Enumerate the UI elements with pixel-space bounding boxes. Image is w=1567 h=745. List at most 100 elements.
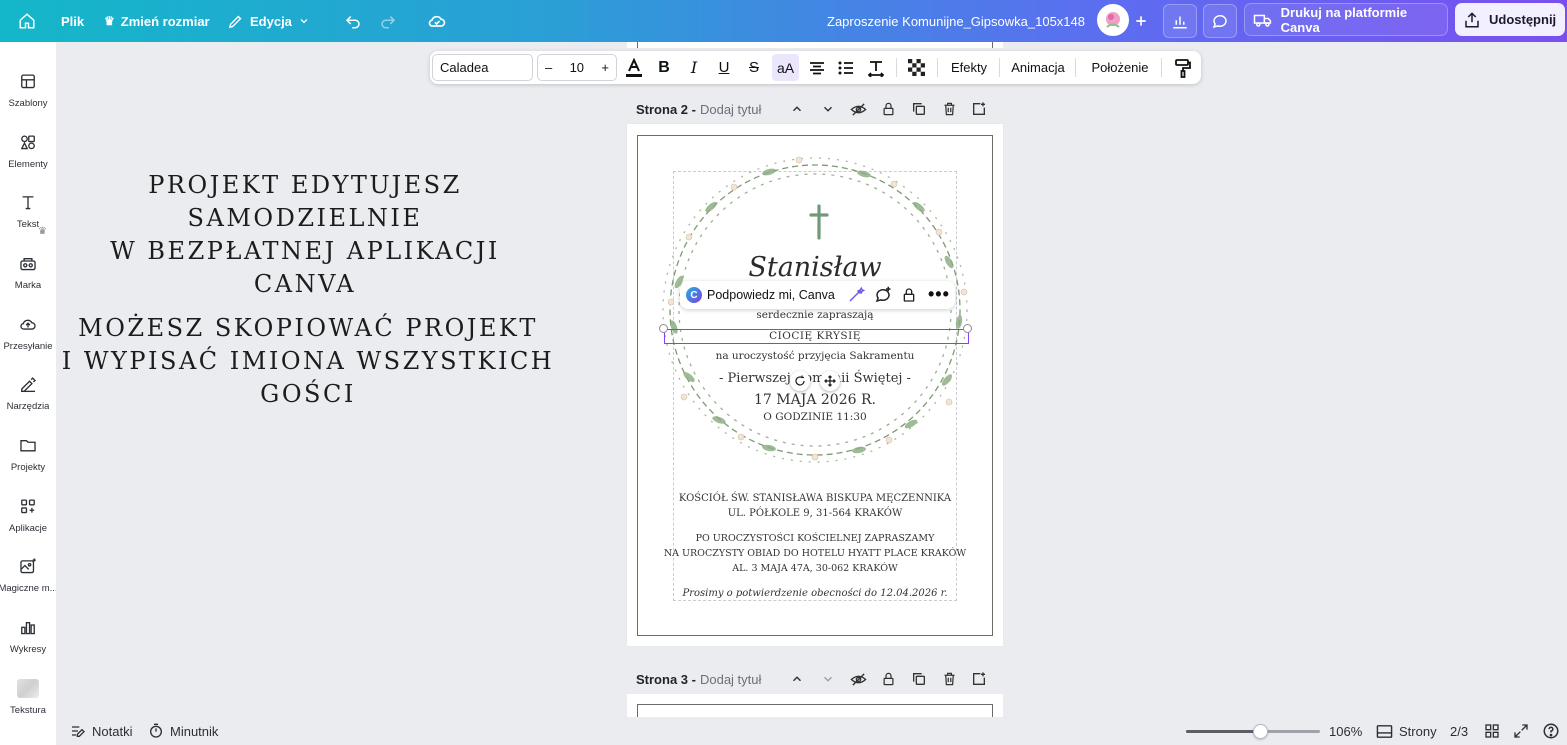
page-2-add-title-input[interactable]: Dodaj tytuł: [700, 102, 761, 117]
page-counter[interactable]: 2/3: [1450, 717, 1468, 745]
invitee-name-script[interactable]: Stanisław: [627, 252, 1003, 283]
resize-button[interactable]: ♛ Zmień rozmiar: [104, 0, 210, 42]
share-button[interactable]: Udostępnij: [1455, 3, 1565, 36]
sidebar-item-szablony[interactable]: Szablony: [0, 52, 56, 108]
help-button[interactable]: [1542, 717, 1560, 745]
sidebar-item-tekst[interactable]: Tekst: [0, 173, 56, 229]
date-line[interactable]: 17 MAJA 2026 R.: [627, 392, 1003, 408]
zoom-percentage[interactable]: 106%: [1329, 717, 1362, 745]
page-up-button[interactable]: [788, 100, 806, 118]
lock-element-button[interactable]: [901, 286, 917, 304]
sidebar-item-elementy[interactable]: Elementy: [0, 113, 56, 169]
duplicate-page-button[interactable]: [910, 670, 928, 688]
page-2-title: Strona 2 -: [636, 101, 696, 117]
timer-button[interactable]: Minutnik: [148, 717, 218, 745]
delete-page-button[interactable]: [940, 100, 958, 118]
list-button[interactable]: [834, 54, 858, 81]
transparency-button[interactable]: [904, 54, 928, 81]
font-family-select[interactable]: Caladea: [432, 54, 533, 81]
document-title[interactable]: Zaproszenie Komunijne_Gipsowka_105x148: [827, 0, 1085, 42]
sidebar-item-przesyłanie[interactable]: Przesyłanie: [0, 295, 56, 351]
lock-page-button[interactable]: [879, 100, 897, 118]
cloud-check-icon: [428, 15, 446, 27]
invite-line[interactable]: serdecznie zapraszają: [627, 309, 1003, 321]
resize-handle[interactable]: [659, 324, 668, 333]
font-size-stepper[interactable]: – 10 +: [537, 54, 617, 81]
bold-button[interactable]: B: [652, 54, 676, 81]
resize-handle[interactable]: [963, 324, 972, 333]
animation-button[interactable]: Animacja: [1007, 54, 1069, 81]
undo-button[interactable]: [336, 4, 370, 38]
occasion-line[interactable]: na uroczystość przyjęcia Sakramentu: [627, 350, 1003, 362]
promo-text-block-1[interactable]: PROJEKT EDYTUJESZ SAMODZIELNIE W BEZPŁAT…: [60, 169, 550, 301]
underline-button[interactable]: U: [712, 54, 736, 81]
more-options-button[interactable]: •••: [928, 284, 950, 305]
promo-text-block-2[interactable]: MOŻESZ SKOPIOWAĆ PROJEKT I WYPISAĆ IMION…: [56, 312, 560, 411]
sidebar-item-narzędzia[interactable]: Narzędzia: [0, 355, 56, 411]
pages-button[interactable]: Strony: [1376, 717, 1437, 745]
edit-mode-dropdown[interactable]: Edycja: [227, 0, 310, 42]
magic-write-button[interactable]: [847, 286, 865, 304]
assistant-suggest-button[interactable]: Podpowiedz mi, Canva: [707, 288, 835, 302]
letter-case-button[interactable]: aA: [772, 54, 799, 81]
grid-view-button[interactable]: [1484, 717, 1500, 745]
add-page-button[interactable]: [970, 670, 988, 688]
time-line[interactable]: O GODZINIE 11:30: [627, 411, 1003, 423]
rsvp-line[interactable]: Prosimy o potwierdzenie obecności do 12.…: [627, 588, 1003, 599]
print-with-canva-button[interactable]: Drukuj na platformie Canva: [1244, 3, 1448, 36]
dinner-line-2[interactable]: NA UROCZYSTY OBIAD DO HOTELU HYATT PLACE…: [627, 548, 1003, 559]
communion-line[interactable]: - Pierwszej Komunii Świętej -: [627, 371, 1003, 386]
dinner-line-1[interactable]: PO UROCZYSTOŚCI KOŚCIELNEJ ZAPRASZAMY: [627, 533, 1003, 544]
copy-style-button[interactable]: [1171, 54, 1195, 81]
effects-button[interactable]: Efekty: [944, 54, 994, 81]
sidebar-item-label: Projekty: [10, 461, 46, 472]
church-line-2[interactable]: UL. PÓŁKOLE 9, 31-564 KRAKÓW: [627, 508, 1003, 519]
sidebar-item-tekstura[interactable]: Tekstura: [0, 659, 56, 715]
text-color-button[interactable]: [622, 54, 646, 81]
notes-button[interactable]: Notatki: [70, 717, 132, 745]
cross-icon[interactable]: [808, 204, 830, 240]
page-2-canvas[interactable]: Stanisław serdecznie zapraszają CIOCIĘ K…: [627, 124, 1003, 646]
dinner-line-3[interactable]: AL. 3 MAJA 47A, 30-062 KRAKÓW: [627, 563, 1003, 574]
cloud-save-button[interactable]: [420, 4, 454, 38]
promo-text-1-line-1: PROJEKT EDYTUJESZ SAMODZIELNIE: [148, 171, 462, 232]
insights-button[interactable]: [1163, 4, 1197, 38]
add-comment-button[interactable]: [874, 286, 892, 304]
page-3-add-title-input[interactable]: Dodaj tytuł: [700, 672, 761, 687]
sidebar-item-magiczne-m[interactable]: Magiczne m...: [0, 537, 58, 593]
duplicate-page-button[interactable]: [910, 100, 928, 118]
lock-page-button[interactable]: [879, 670, 897, 688]
move-handle[interactable]: [820, 371, 840, 391]
delete-page-button[interactable]: [940, 670, 958, 688]
page-up-button[interactable]: [788, 670, 806, 688]
sidebar-item-marka[interactable]: Marka: [0, 234, 56, 290]
hide-page-button[interactable]: [849, 670, 867, 688]
add-page-button[interactable]: [970, 100, 988, 118]
spacing-button[interactable]: [864, 54, 888, 81]
zoom-slider[interactable]: [1186, 724, 1320, 739]
comments-button[interactable]: [1203, 4, 1237, 38]
font-size-value[interactable]: 10: [570, 60, 584, 75]
strikethrough-button[interactable]: S: [742, 54, 766, 81]
page-down-button[interactable]: [819, 670, 837, 688]
upload-icon: [20, 319, 36, 330]
redo-button[interactable]: [371, 4, 405, 38]
zoom-slider-thumb[interactable]: [1252, 724, 1268, 739]
sidebar-item-wykresy[interactable]: Wykresy: [0, 598, 56, 654]
text-selection-box[interactable]: [664, 329, 969, 344]
fullscreen-button[interactable]: [1513, 717, 1529, 745]
rotate-handle[interactable]: [790, 371, 810, 391]
file-menu[interactable]: Plik: [61, 0, 84, 42]
home-button[interactable]: [10, 4, 44, 38]
add-collaborator-button[interactable]: [1124, 4, 1158, 38]
italic-button[interactable]: I: [682, 54, 706, 81]
position-button[interactable]: Położenie: [1087, 54, 1153, 81]
hide-page-button[interactable]: [849, 100, 867, 118]
sidebar-item-projekty[interactable]: Projekty: [0, 416, 56, 472]
page-down-button[interactable]: [819, 100, 837, 118]
align-button[interactable]: [805, 54, 829, 81]
font-size-increase-button[interactable]: +: [601, 60, 609, 75]
font-size-decrease-button[interactable]: –: [545, 60, 552, 75]
sidebar-item-aplikacje[interactable]: Aplikacje: [0, 477, 56, 533]
church-line-1[interactable]: KOŚCIÓŁ ŚW. STANISŁAWA BISKUPA MĘCZENNIK…: [627, 493, 1003, 504]
